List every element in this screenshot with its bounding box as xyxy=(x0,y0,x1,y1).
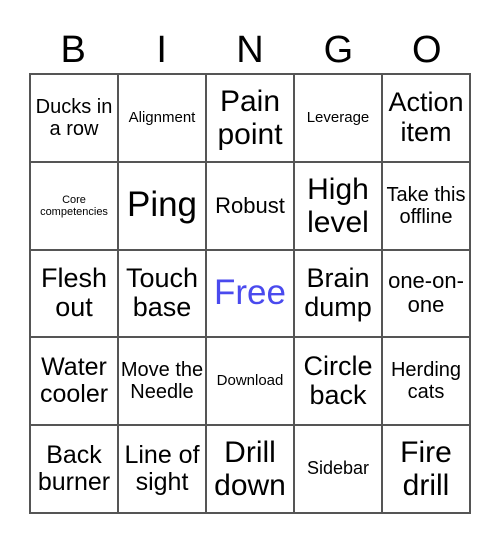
bingo-cell[interactable]: Drill down xyxy=(206,425,294,513)
bingo-cell[interactable]: Ping xyxy=(118,161,206,250)
bingo-cell[interactable]: Brain dump xyxy=(294,249,382,338)
bingo-cell[interactable]: Touch base xyxy=(118,249,206,338)
bingo-cell[interactable]: Back burner xyxy=(30,425,118,513)
bingo-cell[interactable]: Line of sight xyxy=(118,425,206,513)
bingo-cell[interactable]: Core competencies xyxy=(30,161,118,250)
header-letter-i: I xyxy=(156,29,167,71)
bingo-cell[interactable]: Water cooler xyxy=(30,337,118,426)
bingo-cell[interactable]: Robust xyxy=(206,161,294,250)
bingo-cell[interactable]: Sidebar xyxy=(294,425,382,513)
bingo-cell[interactable]: Ducks in a row xyxy=(30,74,118,162)
bingo-cell[interactable]: Action item xyxy=(382,74,470,162)
bingo-cell[interactable]: Herding cats xyxy=(382,337,470,426)
bingo-cell[interactable]: Leverage xyxy=(294,74,382,162)
bingo-cell[interactable]: Flesh out xyxy=(30,249,118,338)
bingo-grid: Ducks in a row Alignment Pain point Leverag… xyxy=(29,73,471,514)
bingo-cell[interactable]: High level xyxy=(294,161,382,250)
bingo-cell[interactable]: Alignment xyxy=(118,74,206,162)
bingo-cell[interactable]: Take this offline xyxy=(382,161,470,250)
bingo-cell[interactable]: Pain point xyxy=(206,74,294,162)
bingo-cell[interactable]: Move the Needle xyxy=(118,337,206,426)
bingo-cell[interactable]: Download xyxy=(206,337,294,426)
header-letter-o: O xyxy=(412,29,442,71)
bingo-cell[interactable]: Circle back xyxy=(294,337,382,426)
header-letter-g: G xyxy=(323,29,354,71)
header-letter-b: B xyxy=(60,29,86,71)
bingo-header: B I N G O xyxy=(29,28,471,73)
bingo-cell[interactable]: one-on-one xyxy=(382,249,470,338)
header-letter-n: N xyxy=(236,29,264,71)
bingo-cell[interactable]: Fire drill xyxy=(382,425,470,513)
free-space-cell[interactable]: Free xyxy=(206,249,294,338)
